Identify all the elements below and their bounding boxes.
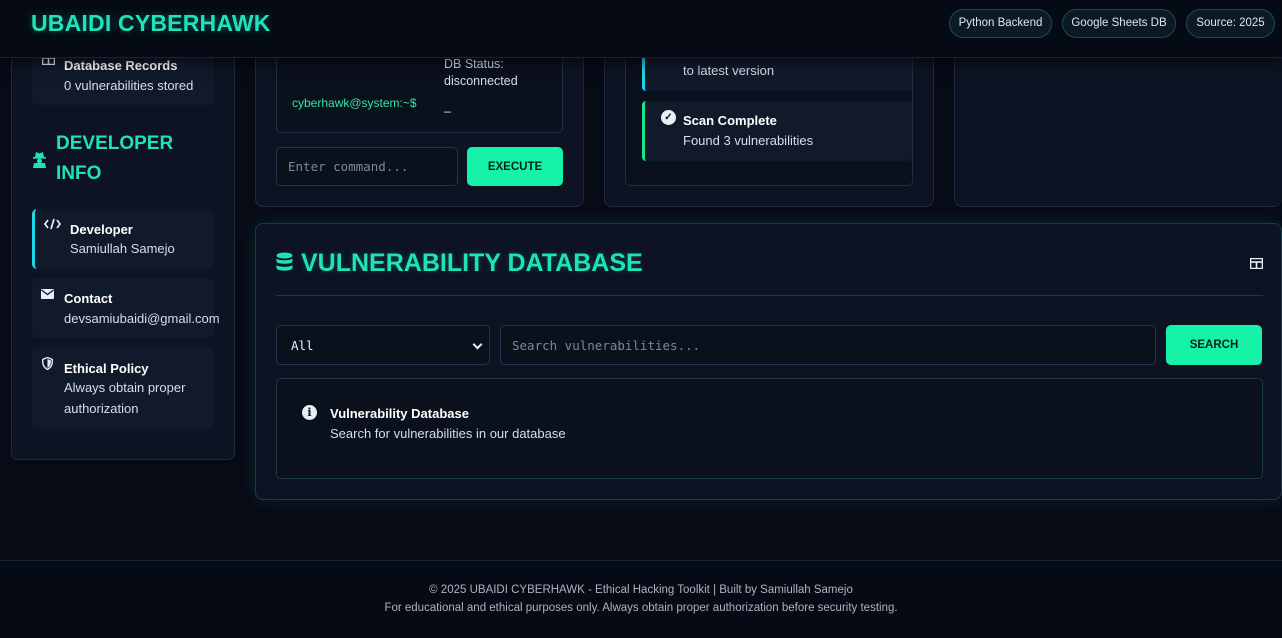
envelope-icon bbox=[41, 288, 54, 302]
activity-title: Scan Complete bbox=[683, 113, 777, 128]
developer-info-heading: DEVELOPER INFO bbox=[56, 133, 174, 184]
code-icon bbox=[43, 218, 62, 233]
footer-disclaimer: For educational and ethical purposes onl… bbox=[384, 602, 898, 614]
vulnerability-database-title: VULNERABILITY DATABASE bbox=[301, 249, 643, 277]
divider bbox=[276, 295, 1263, 296]
badge-python-backend: Python Backend bbox=[949, 9, 1052, 38]
vulnerability-search-input[interactable] bbox=[500, 325, 1156, 365]
contact-title: Contact bbox=[64, 291, 113, 306]
footer-copyright: © 2025 UBAIDI CYBERHAWK - Ethical Hackin… bbox=[429, 584, 853, 596]
database-icon bbox=[276, 252, 293, 277]
check-circle-icon: ✓ bbox=[661, 110, 676, 125]
user-secret-icon bbox=[32, 151, 47, 171]
db-records-count: 0 vulnerabilities stored bbox=[64, 78, 194, 93]
terminal-cursor: _ bbox=[444, 99, 451, 113]
info-icon: i bbox=[302, 405, 317, 420]
execute-button[interactable]: EXECUTE bbox=[467, 147, 563, 186]
developer-title: Developer bbox=[70, 222, 133, 237]
terminal-prompt: cyberhawk@system:~$ bbox=[292, 96, 417, 110]
policy-text: Always obtain proper authorization bbox=[64, 380, 186, 416]
category-filter-select[interactable]: All bbox=[276, 325, 490, 365]
activity-text: to latest version bbox=[683, 63, 775, 78]
shield-icon bbox=[41, 356, 54, 373]
contact-email[interactable]: devsamiubaidi@gmail.com bbox=[64, 308, 220, 329]
command-input[interactable] bbox=[276, 147, 458, 186]
sidebar: Database Records 0 vulnerabilities store… bbox=[11, 20, 235, 460]
badge-google-sheets: Google Sheets DB bbox=[1062, 9, 1176, 38]
activity-text: Found 3 vulnerabilities bbox=[683, 133, 814, 148]
filter-selected-value: All bbox=[291, 338, 314, 353]
developer-card: Developer Samiullah Samejo bbox=[32, 209, 214, 269]
chevron-down-icon bbox=[472, 339, 483, 350]
policy-title: Ethical Policy bbox=[64, 361, 149, 376]
badge-source: Source: 2025 bbox=[1186, 9, 1275, 38]
footer: © 2025 UBAIDI CYBERHAWK - Ethical Hackin… bbox=[0, 560, 1282, 638]
result-title: Vulnerability Database bbox=[330, 406, 469, 421]
db-records-title: Database Records bbox=[64, 58, 178, 73]
table-view-icon[interactable] bbox=[1249, 256, 1264, 274]
activity-item: ✓ Scan Complete Found 3 vulnerabilities bbox=[642, 101, 912, 161]
brand-title: UBAIDI CYBERHAWK bbox=[31, 10, 271, 36]
db-status-text: DB Status: disconnected bbox=[444, 57, 518, 88]
vulnerability-database-panel: VULNERABILITY DATABASE All SEARCH i Vuln… bbox=[255, 223, 1282, 500]
contact-card: Contact devsamiubaidi@gmail.com bbox=[32, 278, 220, 338]
results-area: i Vulnerability Database Search for vuln… bbox=[276, 378, 1263, 479]
result-text: Search for vulnerabilities in our databa… bbox=[330, 426, 566, 441]
search-button[interactable]: SEARCH bbox=[1166, 325, 1262, 365]
top-header: UBAIDI CYBERHAWK Python Backend Google S… bbox=[0, 0, 1282, 58]
developer-name: Samiullah Samejo bbox=[70, 241, 175, 256]
ethical-policy-card: Ethical Policy Always obtain proper auth… bbox=[32, 347, 214, 429]
